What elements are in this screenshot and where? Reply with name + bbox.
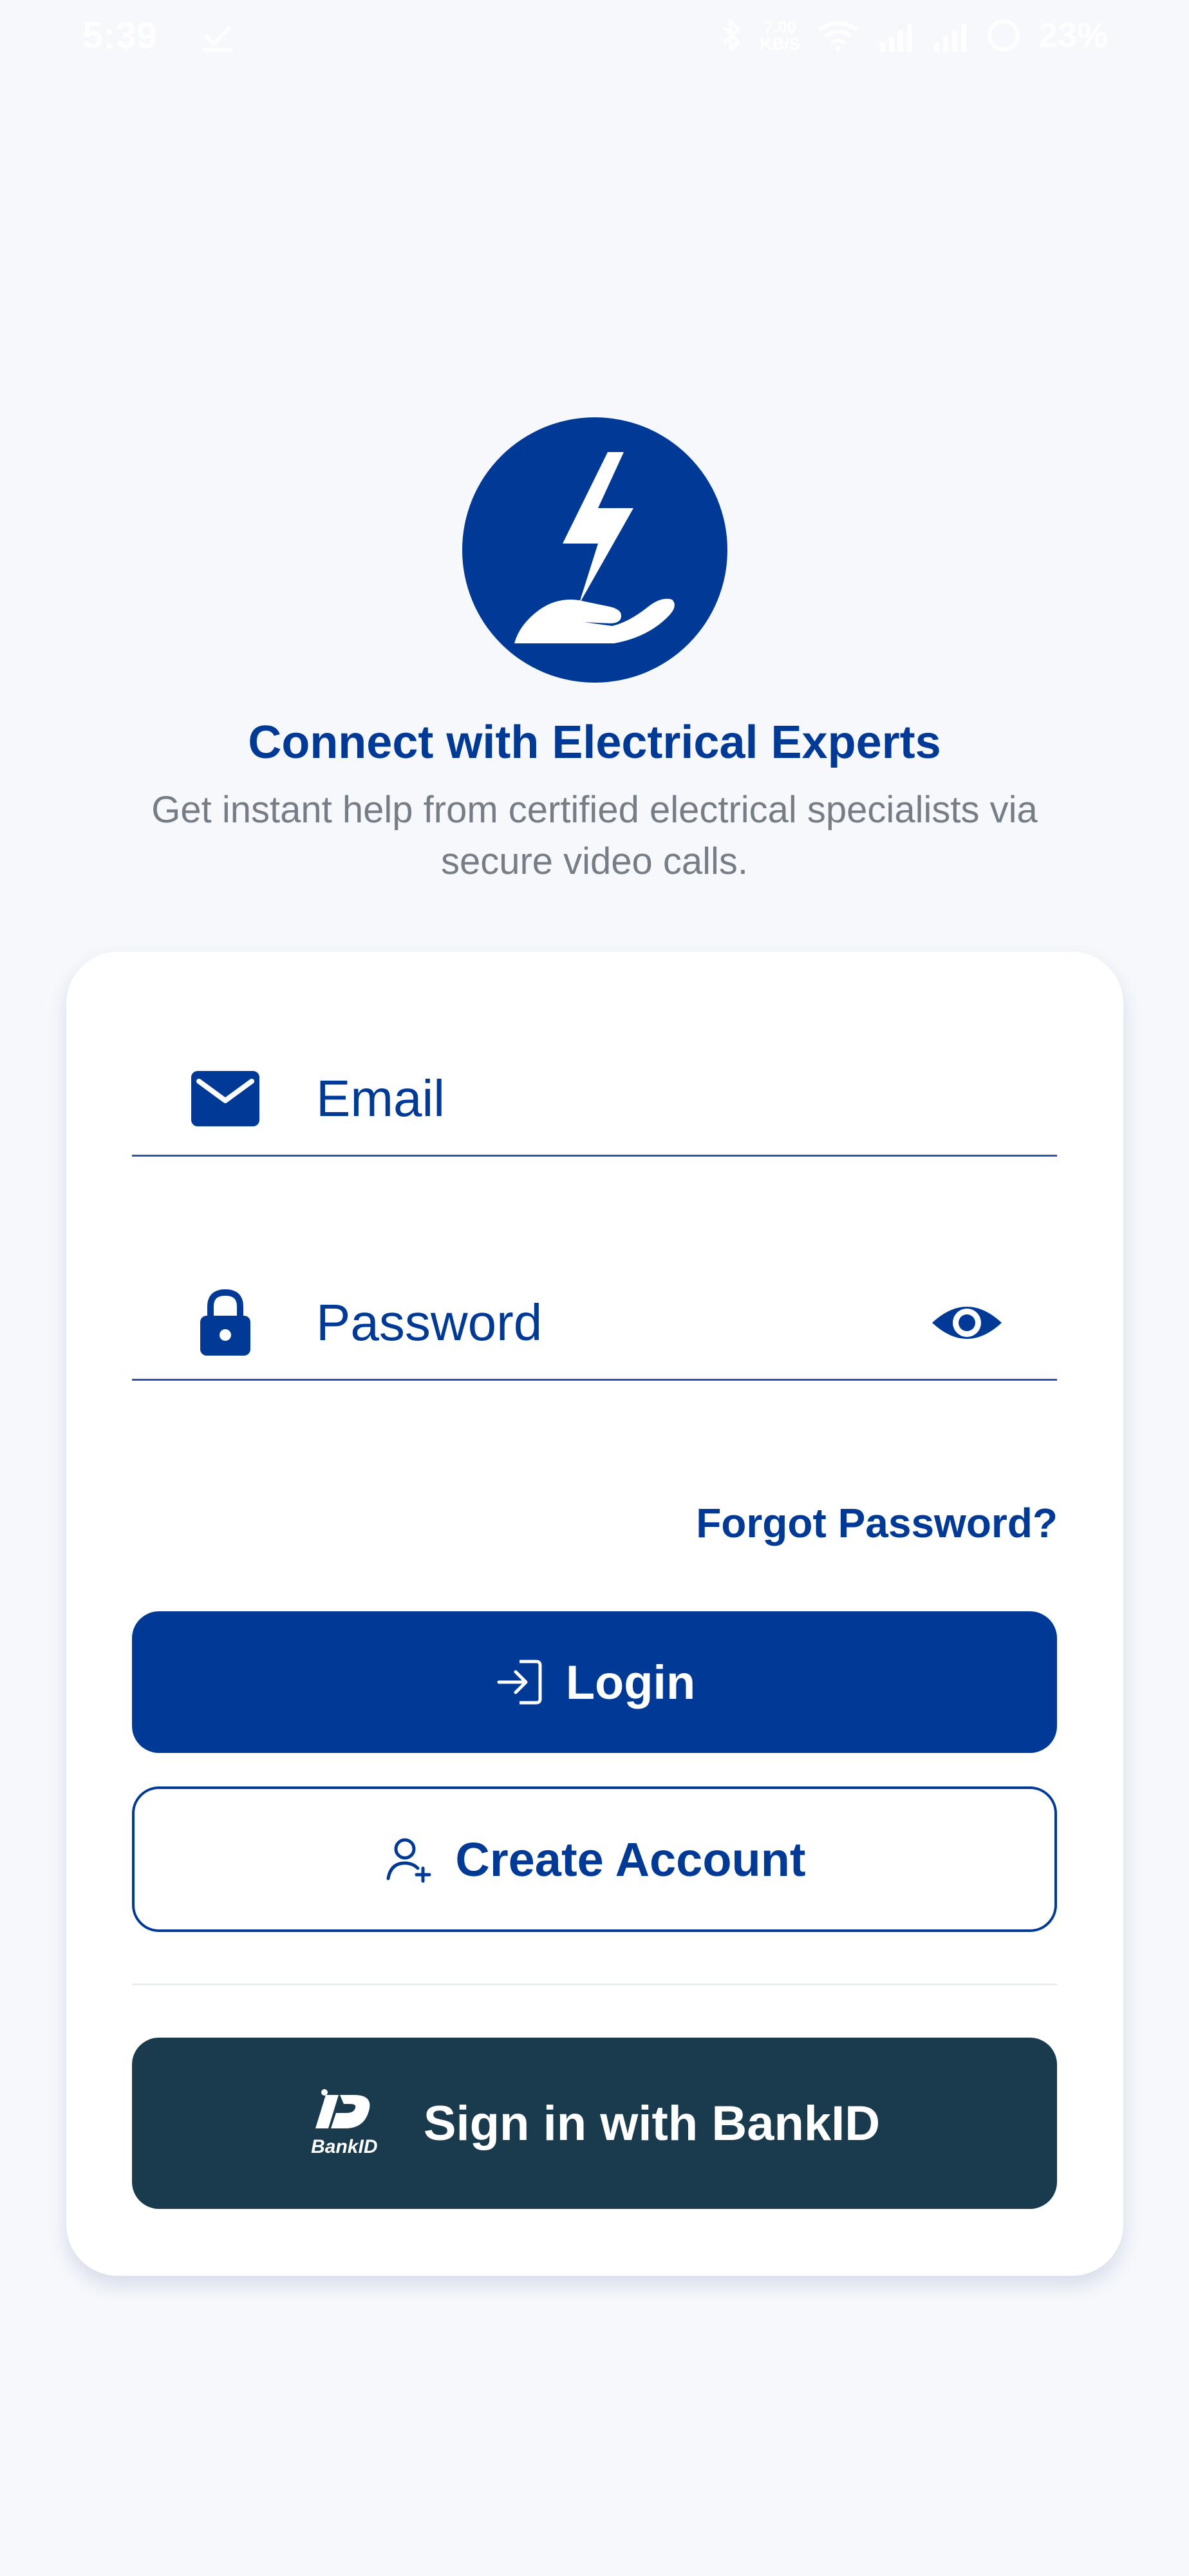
email-field[interactable]: Email xyxy=(132,1042,1057,1157)
bankid-logo-icon: BankID xyxy=(309,2088,380,2158)
page-title: Connect with Electrical Experts xyxy=(248,717,941,768)
login-screen: 5:39 7.00 KB/S 23% Connect with Electric… xyxy=(0,0,1189,2576)
status-left: 5:39 xyxy=(82,14,237,57)
password-field[interactable]: Password xyxy=(132,1266,1057,1381)
bankid-button[interactable]: BankID Sign in with BankID xyxy=(132,2038,1057,2209)
login-card: Email Password Forgot Password? Login Cr… xyxy=(66,952,1123,2276)
login-label: Login xyxy=(565,1655,696,1709)
password-placeholder: Password xyxy=(316,1293,543,1351)
speed-value: 7.00 xyxy=(763,17,797,37)
email-placeholder: Email xyxy=(316,1069,445,1127)
mail-icon xyxy=(190,1063,261,1134)
user-add-icon xyxy=(383,1833,435,1885)
network-speed: 7.00 KB/S xyxy=(760,19,800,52)
status-bar: 5:39 7.00 KB/S 23% xyxy=(0,0,1189,71)
bankid-badge-text: BankID xyxy=(311,2136,378,2157)
create-account-label: Create Account xyxy=(455,1832,806,1886)
forgot-password-link[interactable]: Forgot Password? xyxy=(696,1499,1058,1547)
bluetooth-icon xyxy=(719,16,745,55)
bankid-label: Sign in with BankID xyxy=(423,2096,881,2151)
speed-unit: KB/S xyxy=(760,34,800,53)
wifi-icon xyxy=(816,16,861,55)
lightning-hand-icon xyxy=(501,447,688,653)
status-right: 7.00 KB/S 23% xyxy=(719,15,1108,55)
create-account-button[interactable]: Create Account xyxy=(132,1786,1057,1932)
eye-icon[interactable] xyxy=(928,1294,1006,1352)
check-download-icon xyxy=(198,17,237,55)
lock-icon xyxy=(190,1287,261,1358)
signal-1-icon xyxy=(876,16,915,55)
login-icon xyxy=(494,1656,545,1708)
battery-ring-icon xyxy=(984,16,1023,55)
divider xyxy=(132,1984,1057,1985)
signal-2-icon xyxy=(930,16,969,55)
battery-percent: 23% xyxy=(1038,16,1108,55)
page-subtitle: Get instant help from certified electric… xyxy=(151,789,1038,882)
app-logo xyxy=(462,417,727,683)
login-button[interactable]: Login xyxy=(132,1611,1057,1753)
status-time: 5:39 xyxy=(82,15,158,57)
